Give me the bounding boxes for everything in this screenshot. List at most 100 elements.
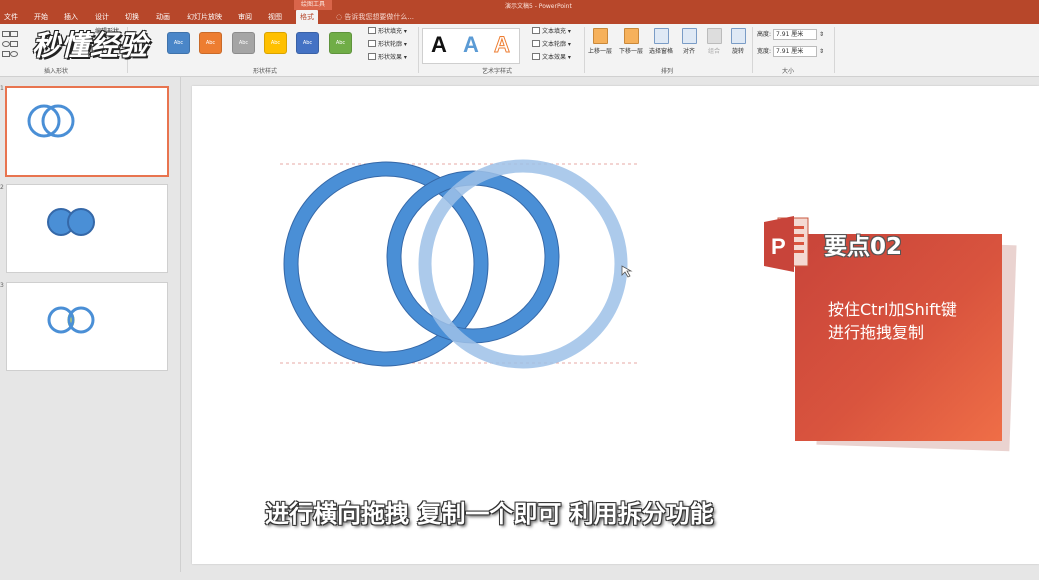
rotate-icon: [730, 28, 746, 44]
group-label-insert-shapes: 插入形状: [44, 68, 69, 75]
group-divider: [752, 27, 753, 73]
shape-gallery[interactable]: [0, 28, 28, 62]
width-row: 宽度: 7.91 厘米 ⇕: [757, 46, 824, 57]
text-effects-icon: [532, 53, 540, 60]
shape-icon[interactable]: [2, 31, 10, 37]
shape-icon[interactable]: [2, 41, 10, 47]
tab-transitions[interactable]: 切换: [121, 10, 143, 24]
group-label: 组合: [707, 48, 720, 55]
shape-outline-button[interactable]: 形状轮廓 ▾: [368, 39, 407, 50]
tab-home[interactable]: 开始: [30, 10, 52, 24]
shape-icon[interactable]: [10, 41, 18, 47]
group-label-arrange: 排列: [661, 68, 674, 75]
shape-effects-label: 形状效果: [378, 54, 403, 61]
slide-number: 1: [0, 85, 4, 92]
text-outline-label: 文本轮廓: [542, 41, 567, 48]
send-backward-icon: [623, 28, 639, 44]
shape-style-swatch[interactable]: Abc: [199, 32, 222, 54]
shape-outline-label: 形状轮廓: [378, 41, 403, 48]
rotate-button[interactable]: 旋转: [724, 28, 752, 55]
height-label: 高度:: [757, 31, 772, 38]
tab-slideshow[interactable]: 幻灯片放映: [183, 10, 226, 24]
rotate-label: 旋转: [731, 48, 744, 55]
tab-review[interactable]: 审阅: [234, 10, 256, 24]
text-outline-icon: [532, 40, 540, 47]
slide-2-preview: [47, 208, 95, 236]
slide-thumbnail-pane: 1 2 3: [0, 77, 181, 580]
slide-canvas[interactable]: P 要点02 按住Ctrl加Shift键 进行拖拽复制 进行横向拖拽 复制一个即…: [192, 86, 1039, 564]
text-fill-icon: [532, 27, 540, 34]
wordart-style-orange-outline[interactable]: A: [494, 32, 511, 58]
slide-thumbnail-3[interactable]: [6, 282, 168, 371]
slide-number: 3: [0, 282, 4, 289]
wordart-gallery[interactable]: A A A: [422, 28, 520, 64]
text-effects-button[interactable]: 文本效果 ▾: [532, 52, 571, 63]
shape-style-swatch[interactable]: Abc: [296, 32, 319, 54]
tell-me-search[interactable]: ◌ 告诉我您想要做什么...: [336, 10, 414, 24]
shape-fill-button[interactable]: 形状填充 ▾: [368, 26, 407, 37]
key-point-line-1: 按住Ctrl加Shift键: [828, 300, 957, 319]
send-backward-button[interactable]: 下移一层: [617, 28, 645, 55]
group-label-shape-styles: 形状样式: [253, 68, 278, 75]
tab-format[interactable]: 格式: [296, 10, 318, 24]
align-label: 对齐: [682, 48, 695, 55]
slide-thumbnail-1[interactable]: [5, 86, 169, 177]
wordart-style-black[interactable]: A: [431, 32, 447, 58]
wordart-style-blue[interactable]: A: [463, 32, 479, 58]
group-divider: [418, 27, 419, 73]
group-divider: [584, 27, 585, 73]
shape-style-swatch[interactable]: Abc: [264, 32, 287, 54]
selection-pane-icon: [653, 28, 669, 44]
send-backward-label: 下移一层: [618, 48, 643, 55]
key-point-body: 按住Ctrl加Shift键 进行拖拽复制: [828, 298, 1004, 344]
height-row: 高度: 7.91 厘米 ⇕: [757, 29, 824, 40]
status-bar: [180, 572, 1039, 580]
shape-style-swatch[interactable]: Abc: [232, 32, 255, 54]
tab-view[interactable]: 视图: [264, 10, 286, 24]
shape-effects-button[interactable]: 形状效果 ▾: [368, 52, 407, 63]
ribbon: 编辑形状 插入形状 Abc Abc Abc Abc Abc Abc 形状填充 ▾…: [0, 24, 1039, 77]
paint-bucket-icon: [368, 27, 376, 34]
selection-pane-label: 选择窗格: [648, 48, 673, 55]
text-fill-button[interactable]: 文本填充 ▾: [532, 26, 571, 37]
svg-text:P: P: [771, 234, 786, 259]
height-input[interactable]: 7.91 厘米: [773, 29, 818, 40]
width-input[interactable]: 7.91 厘米: [773, 46, 818, 57]
context-tab-label: 绘图工具: [294, 0, 332, 10]
group-icon: [706, 28, 722, 44]
slide-thumbnail-2[interactable]: [6, 184, 168, 273]
text-effects-label: 文本效果: [542, 54, 567, 61]
shape-style-swatch[interactable]: Abc: [329, 32, 352, 54]
align-button[interactable]: 对齐: [675, 28, 703, 55]
text-fill-label: 文本填充: [542, 28, 567, 35]
group-divider: [834, 27, 835, 73]
video-subtitle: 进行横向拖拽 复制一个即可 利用拆分功能: [265, 500, 714, 528]
group-label-wordart: 艺术字样式: [482, 68, 513, 75]
tab-file[interactable]: 文件: [0, 10, 22, 24]
shape-icon[interactable]: [10, 31, 18, 37]
bring-forward-button[interactable]: 上移一层: [586, 28, 614, 55]
align-icon: [681, 28, 697, 44]
selection-pane-button[interactable]: 选择窗格: [647, 28, 675, 55]
text-outline-button[interactable]: 文本轮廓 ▾: [532, 39, 571, 50]
key-point-line-2: 进行拖拽复制: [828, 323, 925, 342]
shape-icon[interactable]: [10, 51, 18, 57]
tab-insert[interactable]: 插入: [60, 10, 82, 24]
shape-icon[interactable]: [2, 51, 10, 57]
site-logo: 秒懂经验: [32, 29, 149, 62]
pen-icon: [368, 40, 376, 47]
width-label: 宽度:: [757, 48, 772, 55]
window-title: 演示文稿5 - PowerPoint: [505, 3, 572, 10]
filled-circle-shape: [67, 208, 95, 236]
key-point-title: 要点02: [824, 234, 903, 260]
bring-forward-icon: [592, 28, 608, 44]
shape-style-swatch[interactable]: Abc: [167, 32, 190, 54]
tab-design[interactable]: 设计: [91, 10, 113, 24]
bring-forward-label: 上移一层: [587, 48, 612, 55]
shape-fill-label: 形状填充: [378, 28, 403, 35]
effects-icon: [368, 53, 376, 60]
group-label-size: 大小: [782, 68, 795, 75]
tell-me-input[interactable]: 告诉我您想要做什么...: [344, 13, 414, 21]
tab-animations[interactable]: 动画: [152, 10, 174, 24]
powerpoint-logo-icon: P: [764, 216, 809, 272]
